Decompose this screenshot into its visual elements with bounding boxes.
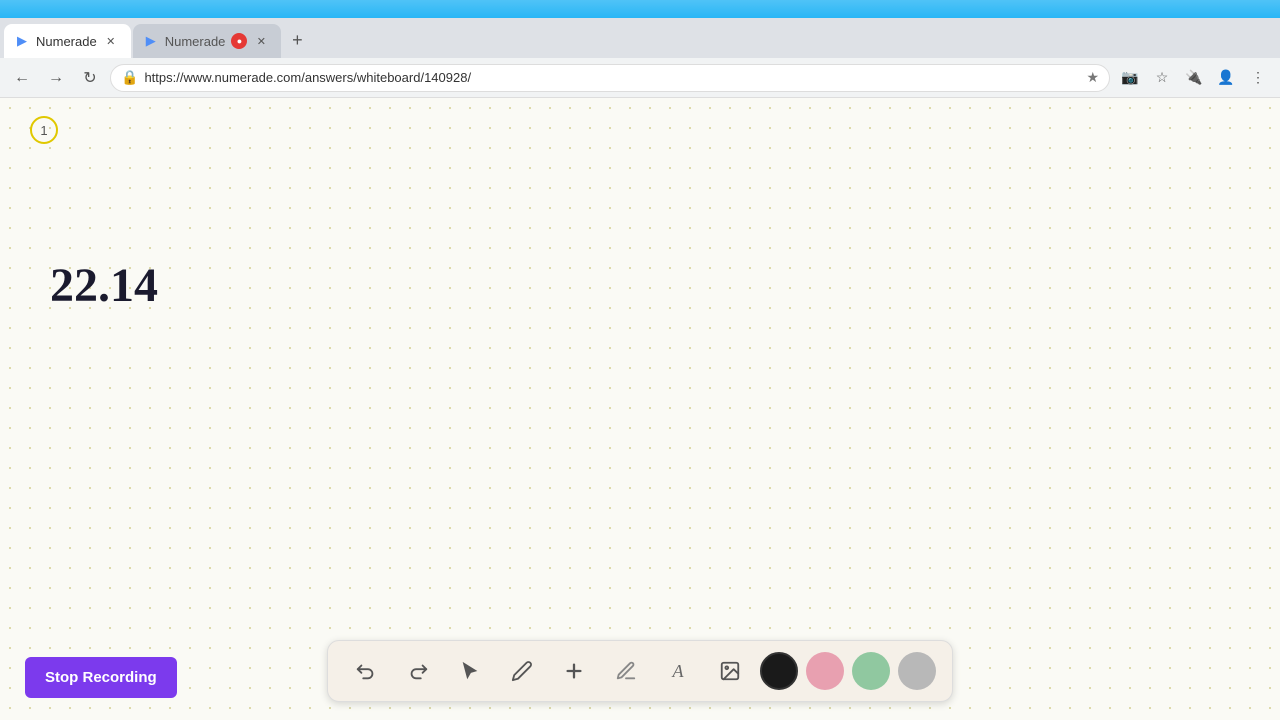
add-element-button[interactable] — [552, 649, 596, 693]
highlighter-tool-button[interactable] — [604, 649, 648, 693]
text-tool-button[interactable]: A — [656, 649, 700, 693]
whiteboard-content: 22.14 — [50, 258, 158, 313]
bottom-toolbar: A — [327, 640, 953, 702]
new-tab-button[interactable]: + — [283, 26, 311, 54]
camera-icon[interactable]: 📷 — [1116, 64, 1144, 92]
refresh-button[interactable]: ↻ — [76, 64, 104, 92]
undo-button[interactable] — [344, 649, 388, 693]
browser-tabs-bar: ▶ Numerade ✕ ▶ Numerade ● ✕ + — [0, 18, 1280, 58]
address-text: https://www.numerade.com/answers/whitebo… — [144, 70, 1080, 85]
image-tool-button[interactable] — [708, 649, 752, 693]
color-pink[interactable] — [806, 652, 844, 690]
forward-button[interactable]: → — [42, 64, 70, 92]
back-button[interactable]: ← — [8, 64, 36, 92]
tab-close-1[interactable]: ✕ — [103, 33, 119, 49]
color-black[interactable] — [760, 652, 798, 690]
tab-favicon-2: ▶ — [143, 33, 159, 49]
pencil-tool-button[interactable] — [500, 649, 544, 693]
tab-recording-indicator[interactable]: ● — [231, 33, 247, 49]
whiteboard-area[interactable]: 1 22.14 Stop Recording — [0, 98, 1280, 720]
account-icon[interactable]: 👤 — [1212, 64, 1240, 92]
page-number: 1 — [30, 116, 58, 144]
color-green[interactable] — [852, 652, 890, 690]
nav-right-icons: 📷 ☆ 🔌 👤 ⋮ — [1116, 64, 1272, 92]
tab-title-1: Numerade — [36, 34, 97, 49]
tab-favicon-1: ▶ — [14, 33, 30, 49]
browser-top-bar — [0, 0, 1280, 18]
extensions-icon[interactable]: 🔌 — [1180, 64, 1208, 92]
browser-tab-1[interactable]: ▶ Numerade ✕ — [4, 24, 131, 58]
address-lock-icon: 🔒 — [121, 69, 138, 86]
address-star-icon[interactable]: ★ — [1086, 69, 1099, 86]
browser-tab-2[interactable]: ▶ Numerade ● ✕ — [133, 24, 282, 58]
tab-title-2: Numerade — [165, 34, 226, 49]
redo-button[interactable] — [396, 649, 440, 693]
browser-nav-bar: ← → ↻ 🔒 https://www.numerade.com/answers… — [0, 58, 1280, 98]
color-gray[interactable] — [898, 652, 936, 690]
tab-close-2[interactable]: ✕ — [253, 33, 269, 49]
stop-recording-button[interactable]: Stop Recording — [25, 657, 177, 698]
select-tool-button[interactable] — [448, 649, 492, 693]
address-bar[interactable]: 🔒 https://www.numerade.com/answers/white… — [110, 64, 1110, 92]
star-icon[interactable]: ☆ — [1148, 64, 1176, 92]
menu-icon[interactable]: ⋮ — [1244, 64, 1272, 92]
